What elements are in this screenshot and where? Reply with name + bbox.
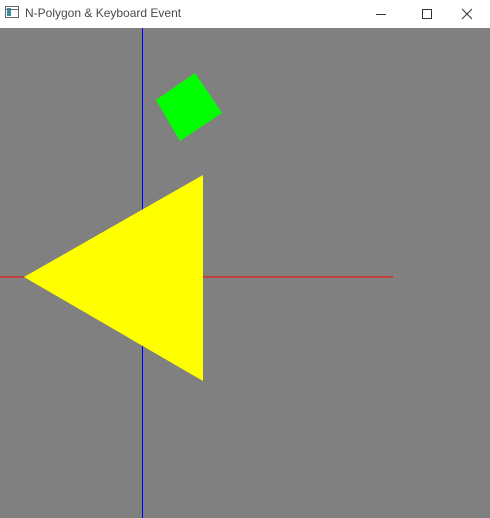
app-window: N-Polygon & Keyboard Event — [0, 0, 490, 518]
minimize-icon — [376, 14, 386, 15]
app-window-icon — [5, 6, 19, 18]
window-title: N-Polygon & Keyboard Event — [25, 6, 182, 20]
close-icon — [461, 8, 473, 20]
close-button[interactable] — [444, 0, 490, 28]
green-square — [156, 73, 222, 141]
maximize-icon — [422, 9, 432, 19]
scene-svg — [0, 28, 393, 518]
yellow-triangle — [24, 175, 203, 381]
minimize-button[interactable] — [358, 0, 404, 28]
title-bar[interactable]: N-Polygon & Keyboard Event — [0, 0, 490, 28]
drawing-canvas[interactable] — [0, 28, 490, 518]
